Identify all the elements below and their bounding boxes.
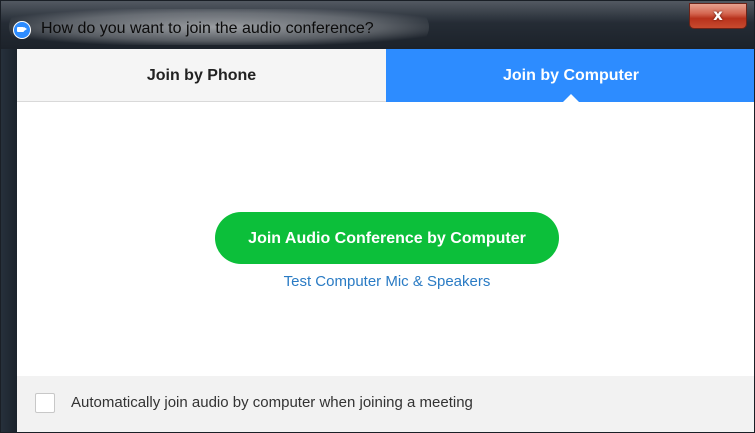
window-title: How do you want to join the audio confer… [41,20,374,37]
auto-join-label[interactable]: Automatically join audio by computer whe… [71,394,473,411]
test-mic-speakers-link-text[interactable]: Test Computer Mic & Speakers [284,273,491,290]
join-audio-by-computer-button[interactable]: Join Audio Conference by Computer [215,212,559,264]
window-frame-left [1,49,17,432]
auto-join-checkbox[interactable] [35,393,55,413]
audio-conference-dialog: How do you want to join the audio confer… [0,0,755,433]
zoom-app-icon [13,21,31,39]
footer-bar: Automatically join audio by computer whe… [17,376,754,432]
tab-bar: Join by Phone Join by Computer [17,49,754,103]
dialog-content: Join by Phone Join by Computer Join Audi… [17,49,754,432]
close-button[interactable]: x [689,3,747,29]
test-mic-speakers-link: Test Computer Mic & Speakers [17,273,754,290]
close-icon: x [713,6,723,24]
title-bar: How do you want to join the audio confer… [1,1,754,49]
active-tab-indicator [562,94,580,103]
tab-join-by-phone[interactable]: Join by Phone [17,49,386,102]
